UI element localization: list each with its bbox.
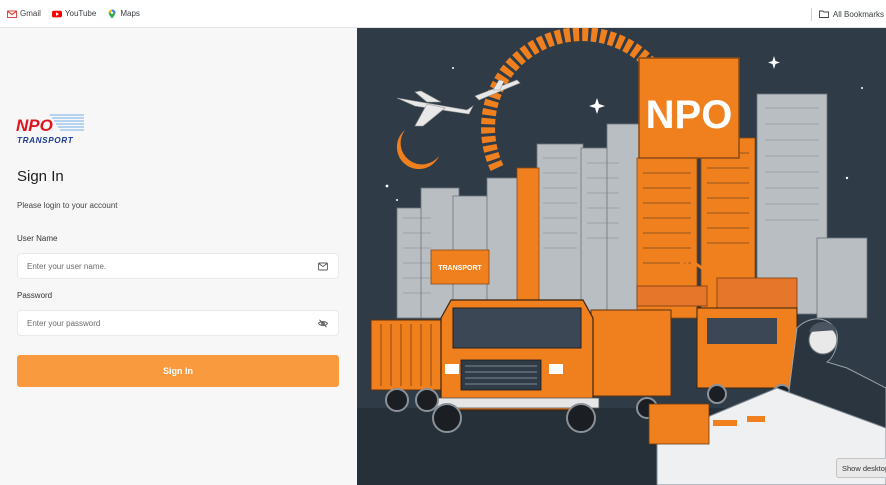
bookmark-label: YouTube <box>64 9 97 18</box>
page-subtitle: Please login to your account <box>17 201 118 210</box>
bookmarks-bar: Gmail YouTube Maps All Bookmarks <box>0 0 886 28</box>
email-icon <box>318 262 328 271</box>
eye-slash-icon[interactable] <box>318 319 328 328</box>
bookmark-youtube[interactable]: YouTube <box>51 9 97 19</box>
bookmark-maps[interactable]: Maps <box>107 9 140 19</box>
sign-in-button[interactable]: Sign In <box>17 355 339 387</box>
all-bookmarks-button[interactable]: All Bookmarks <box>818 9 884 19</box>
bookmark-label: Maps <box>120 9 140 18</box>
bookmark-gmail[interactable]: Gmail <box>7 9 41 19</box>
maps-icon <box>108 9 116 18</box>
login-panel: NPO TRANSPORT Sign In Please login to yo… <box>0 28 357 485</box>
npo-transport-logo: NPO TRANSPORT <box>16 114 84 145</box>
username-label: User Name <box>17 234 58 243</box>
password-input[interactable] <box>18 311 308 335</box>
bookmark-label: Gmail <box>20 9 41 18</box>
svg-text:TRANSPORT: TRANSPORT <box>17 136 74 145</box>
username-field-box <box>17 253 339 279</box>
gmail-icon <box>7 10 17 18</box>
logistics-city-illustration: NPO TRANSPORT <box>357 28 886 485</box>
bookmarks-divider <box>811 8 812 21</box>
username-input[interactable] <box>18 254 308 278</box>
hero-illustration: NPO TRANSPORT Show desktop <box>357 28 886 485</box>
all-bookmarks-label: All Bookmarks <box>832 9 884 19</box>
billboard-text: NPO <box>646 93 733 137</box>
show-desktop-button[interactable]: Show desktop <box>836 458 886 478</box>
password-field-box <box>17 310 339 336</box>
transport-sign-text: TRANSPORT <box>438 265 482 272</box>
page-title: Sign In <box>17 168 64 185</box>
svg-text:NPO: NPO <box>16 116 53 135</box>
youtube-icon <box>51 10 62 17</box>
folder-icon <box>818 10 829 18</box>
password-label: Password <box>17 291 53 300</box>
